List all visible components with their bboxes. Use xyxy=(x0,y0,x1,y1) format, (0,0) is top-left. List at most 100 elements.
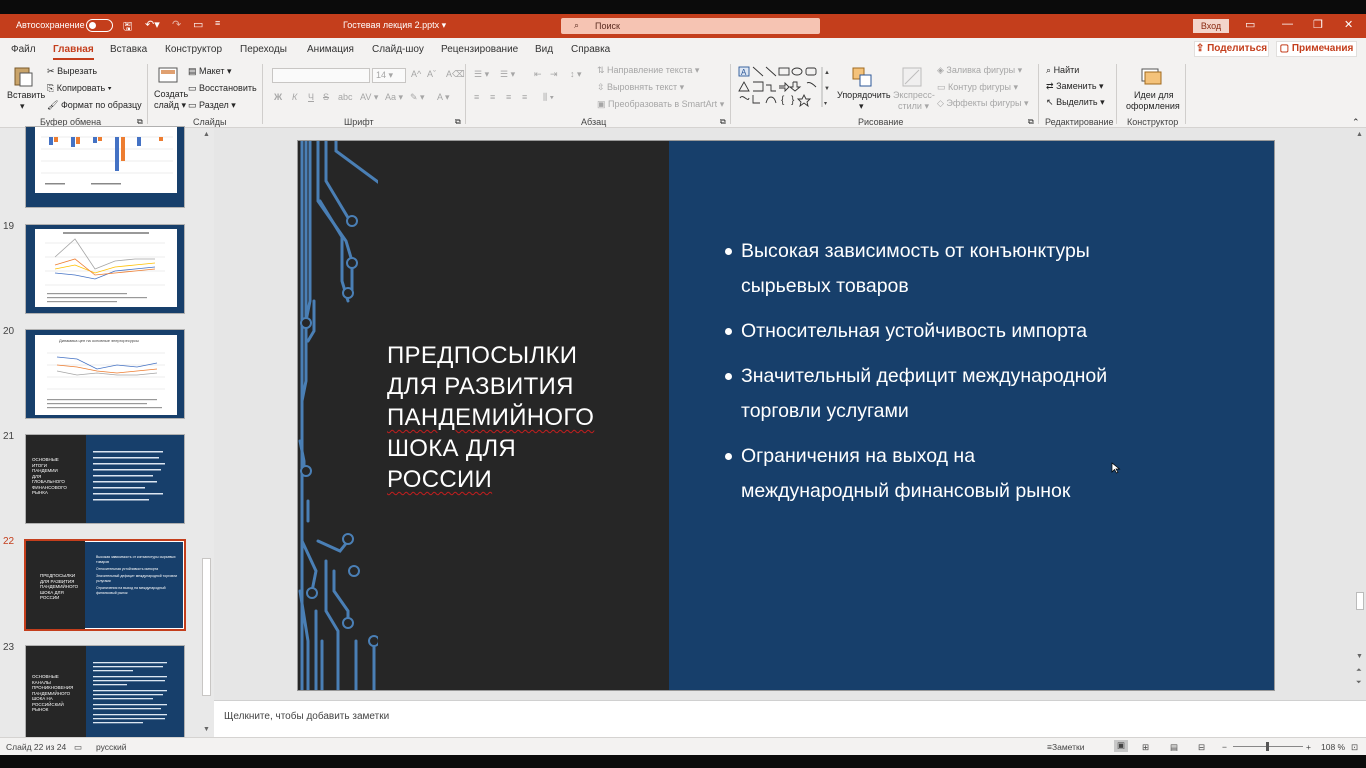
grow-font-icon[interactable]: A^ xyxy=(411,69,421,79)
highlight-icon[interactable]: ✎ ▾ xyxy=(410,92,425,103)
bold-button[interactable]: Ж xyxy=(274,92,282,102)
maximize-button[interactable]: ❐ xyxy=(1313,18,1323,31)
language-label[interactable]: русский xyxy=(96,742,127,752)
minimize-button[interactable]: — xyxy=(1282,18,1293,30)
slide-thumbnail-22-selected[interactable]: ПРЕДПОСЫЛКИ ДЛЯ РАЗВИТИЯ ПАНДЕМИЙНОГО ШОКА … xyxy=(24,539,186,631)
zoom-level[interactable]: 108 % xyxy=(1321,742,1345,752)
shape-effects-button[interactable]: ◇ Эффекты фигуры ▾ xyxy=(937,98,1028,109)
customize-qat-icon[interactable]: ≡ xyxy=(215,18,220,28)
reset-button[interactable]: ▭ Восстановить xyxy=(188,83,257,94)
tab-home[interactable]: Главная xyxy=(53,44,94,60)
strike-button[interactable]: S xyxy=(323,92,329,102)
slide-sorter-icon[interactable]: ⊞ xyxy=(1142,742,1149,753)
justify-icon[interactable]: ≡ xyxy=(522,92,527,102)
reading-view-icon[interactable]: ▤ xyxy=(1170,742,1178,753)
next-slide-icon[interactable]: ⏷ xyxy=(1356,679,1362,687)
zoom-in-icon[interactable]: + xyxy=(1306,742,1311,752)
fit-to-window-icon[interactable]: ⊡ xyxy=(1351,742,1358,753)
present-icon[interactable]: ▭ xyxy=(193,18,203,31)
new-slide-label-2[interactable]: слайд ▾ xyxy=(154,100,186,111)
arrange-button[interactable]: Упорядочить xyxy=(837,90,891,100)
notes-pane[interactable]: Щелкните, чтобы добавить заметки xyxy=(214,700,1366,737)
tab-animations[interactable]: Анимация xyxy=(307,44,354,55)
tab-help[interactable]: Справка xyxy=(571,44,610,55)
slide-thumbnail-20[interactable]: Динамика цен на основные энергоресурсы xyxy=(25,329,185,419)
slide-bullet-list[interactable]: Высокая зависимость от конъюнктуры сырьев… xyxy=(723,234,1183,519)
tab-insert[interactable]: Вставка xyxy=(110,44,147,55)
tab-slideshow[interactable]: Слайд-шоу xyxy=(372,44,424,55)
align-right-icon[interactable]: ≡ xyxy=(506,92,511,102)
underline-button[interactable]: Ч xyxy=(308,92,314,102)
shapes-gallery[interactable]: A {} ▲ ▼ ▾ xyxy=(738,65,830,109)
font-size-input[interactable]: 14 ▾ xyxy=(372,68,406,83)
layout-button[interactable]: ▤ Макет ▾ xyxy=(188,66,232,77)
collapse-ribbon-icon[interactable]: ⌃ xyxy=(1352,117,1360,128)
arrange-dropdown-icon[interactable]: ▾ xyxy=(859,101,864,112)
design-ideas-button[interactable]: Идеи для xyxy=(1134,90,1174,100)
scroll-up-icon[interactable]: ▲ xyxy=(1356,131,1363,138)
design-ideas-label-2[interactable]: оформления xyxy=(1126,101,1180,111)
slide-canvas[interactable]: ПРЕДПОСЫЛКИ ДЛЯ РАЗВИТИЯ ПАНДЕМИЙНОГО ШО… xyxy=(297,140,1275,691)
autosave-toggle[interactable] xyxy=(86,19,113,32)
replace-button[interactable]: ⇄ Заменить ▾ xyxy=(1046,81,1104,92)
previous-slide-icon[interactable]: ⏶ xyxy=(1356,667,1362,675)
close-button[interactable]: ✕ xyxy=(1344,18,1353,31)
shape-outline-button[interactable]: ▭ Контур фигуры ▾ xyxy=(937,82,1018,93)
numbering-icon[interactable]: ☰ ▾ xyxy=(500,69,515,80)
tab-file[interactable]: Файл xyxy=(11,44,36,55)
shrink-font-icon[interactable]: Aˇ xyxy=(427,69,436,79)
slide-title[interactable]: ПРЕДПОСЫЛКИ ДЛЯ РАЗВИТИЯ ПАНДЕМИЙНОГО ШО… xyxy=(387,340,647,495)
editor-scroll-thumb[interactable] xyxy=(1356,592,1364,610)
font-launcher-icon[interactable]: ⧉ xyxy=(455,117,461,127)
italic-button[interactable]: К xyxy=(292,92,297,102)
notes-toggle-button[interactable]: ≡Заметки xyxy=(1047,742,1084,752)
format-painter-button[interactable]: 🖌 Формат по образцу xyxy=(47,100,142,111)
increase-indent-icon[interactable]: ⇥ xyxy=(550,69,558,80)
tab-view[interactable]: Вид xyxy=(535,44,553,55)
paste-button[interactable]: Вставить xyxy=(7,90,45,100)
redo-icon[interactable]: ↷ xyxy=(172,18,181,31)
clear-format-icon[interactable]: A⌫ xyxy=(446,69,465,80)
columns-icon[interactable]: ⫼ ▾ xyxy=(543,92,554,103)
comments-button[interactable]: ▢ Примечания xyxy=(1276,41,1357,57)
shape-fill-button[interactable]: ◈ Заливка фигуры ▾ xyxy=(937,65,1022,76)
tab-design[interactable]: Конструктор xyxy=(165,44,222,55)
slide-thumbnail-23[interactable]: ОСНОВНЫЕ КАНАЛЫ ПРОНИКНОВЕНИЯ ПАНДЕМИЙНОГО Ш… xyxy=(25,645,185,740)
share-button[interactable]: ⇪ Поделиться xyxy=(1194,41,1269,57)
tab-review[interactable]: Рецензирование xyxy=(441,44,518,55)
line-spacing-icon[interactable]: ↕ ▾ xyxy=(570,69,582,80)
slide-thumbnail-19[interactable] xyxy=(25,224,185,314)
ribbon-display-icon[interactable]: ▭ xyxy=(1245,18,1255,31)
spellcheck-icon[interactable]: ▭ xyxy=(74,742,82,753)
editor-scrollbar[interactable]: ▲ ▼ ⏶ ⏷ xyxy=(1354,128,1366,700)
drawing-launcher-icon[interactable]: ⧉ xyxy=(1028,117,1034,127)
cut-button[interactable]: ✂ Вырезать xyxy=(47,66,97,77)
zoom-slider-thumb[interactable] xyxy=(1266,742,1269,751)
document-title[interactable]: Гостевая лекция 2.pptx ▾ xyxy=(343,20,446,31)
quick-styles-label-2[interactable]: стили ▾ xyxy=(898,101,929,112)
font-color-icon[interactable]: A ▾ xyxy=(437,92,450,103)
section-button[interactable]: ▭ Раздел ▾ xyxy=(188,100,236,111)
smartart-button[interactable]: ▣ Преобразовать в SmartArt ▾ xyxy=(597,99,724,110)
paste-dropdown-icon[interactable]: ▾ xyxy=(20,101,25,112)
scroll-down-icon[interactable]: ▼ xyxy=(203,726,210,733)
undo-icon[interactable]: ↶▾ xyxy=(145,18,160,31)
shadow-button[interactable]: abc xyxy=(338,92,353,102)
scroll-up-icon[interactable]: ▲ xyxy=(203,131,210,138)
change-case-icon[interactable]: Aa ▾ xyxy=(385,92,403,103)
search-box[interactable]: ⌕ Поиск xyxy=(561,18,820,34)
select-button[interactable]: ↖ Выделить ▾ xyxy=(1046,97,1105,108)
new-slide-button[interactable]: Создать xyxy=(154,89,188,99)
slide-thumbnail-21[interactable]: ОСНОВНЫЕ ИТОГИ ПАНДЕМИИ ДЛЯ ГЛОБАЛЬНОГО ФИНАН… xyxy=(25,434,185,524)
normal-view-icon[interactable]: ▣ xyxy=(1114,740,1128,752)
font-name-input[interactable] xyxy=(272,68,370,83)
align-text-button[interactable]: ⇳ Выровнять текст ▾ xyxy=(597,82,684,93)
tab-transitions[interactable]: Переходы xyxy=(240,44,287,55)
char-spacing-icon[interactable]: AV ▾ xyxy=(360,92,378,103)
bullets-icon[interactable]: ☰ ▾ xyxy=(474,69,489,80)
slideshow-icon[interactable]: ⊟ xyxy=(1198,742,1205,753)
zoom-out-icon[interactable]: − xyxy=(1222,742,1227,752)
text-direction-button[interactable]: ⇅ Направление текста ▾ xyxy=(597,65,699,76)
copy-button[interactable]: ⎘ Копировать ▾ xyxy=(47,83,111,94)
scroll-down-icon[interactable]: ▼ xyxy=(1356,653,1363,660)
